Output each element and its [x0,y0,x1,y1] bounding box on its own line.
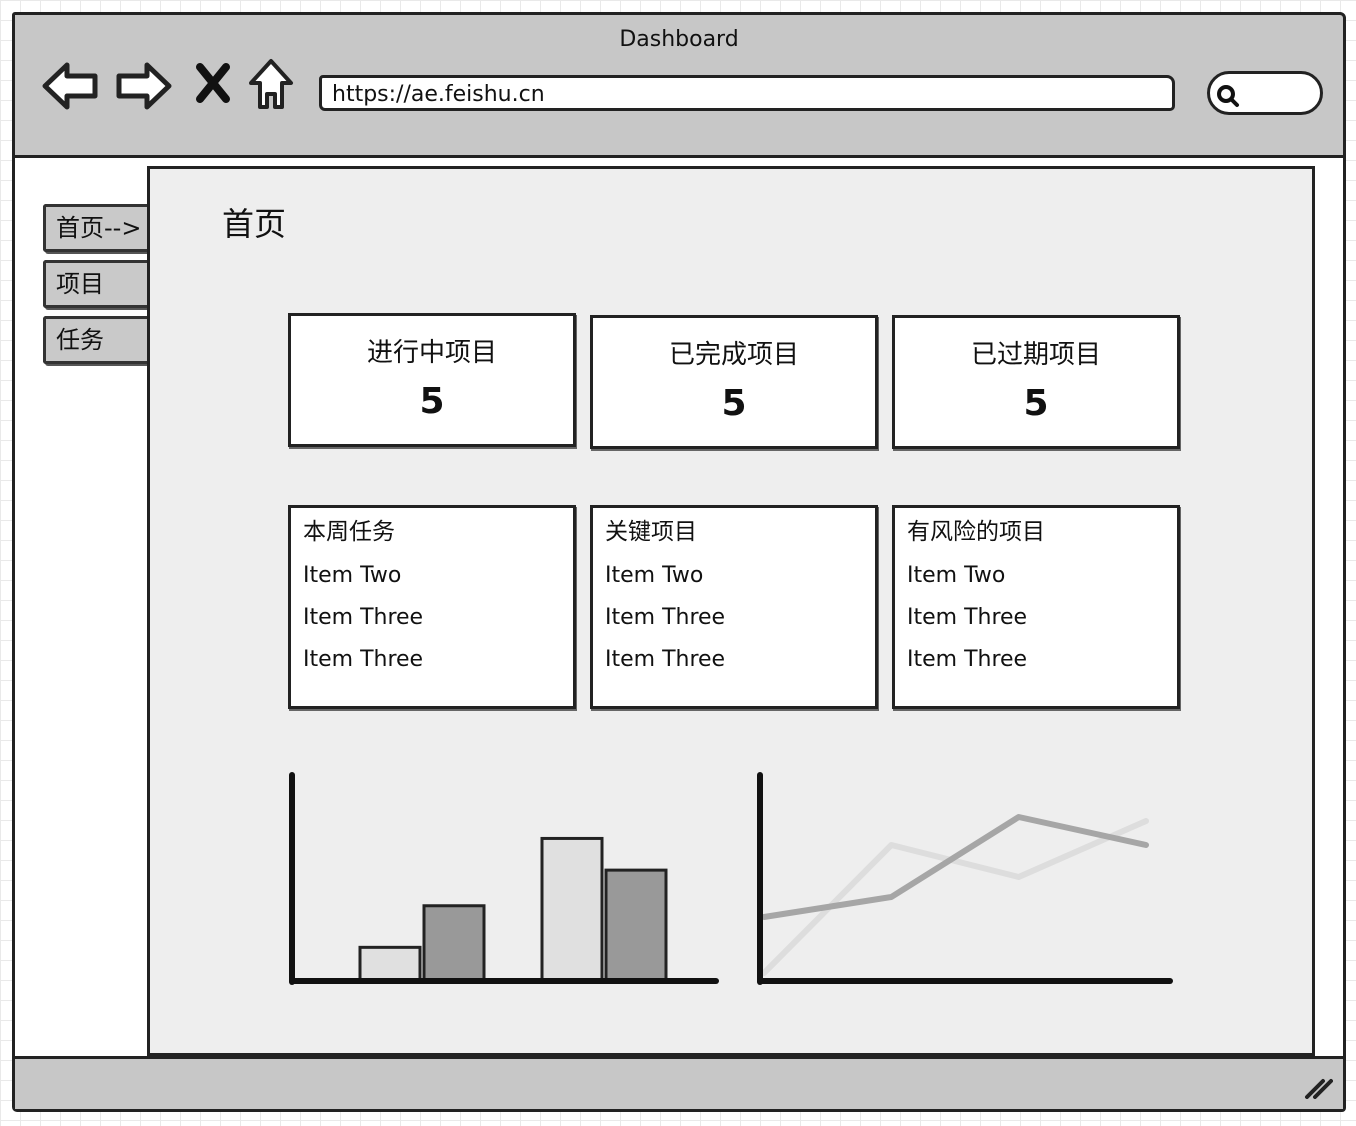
back-arrow-icon[interactable] [41,59,99,113]
list-item[interactable]: Item Two [907,556,1177,598]
series-line [761,814,1149,920]
sidebar-item-home[interactable]: 首页--> [43,204,151,252]
list-key-projects: 关键项目 Item Two Item Three Item Three [590,505,878,709]
list-item[interactable]: Item Three [907,640,1177,682]
main-panel: 首页 进行中项目 5 已完成项目 5 已过期项目 5 本周任务 Item Two… [147,166,1315,1056]
forward-arrow-icon[interactable] [115,59,173,113]
sidebar-item-projects[interactable]: 项目 [43,260,151,308]
list-title: 关键项目 [605,519,697,545]
list-item[interactable]: Item Two [605,556,875,598]
stat-card-completed[interactable]: 已完成项目 5 [590,315,878,449]
bar [604,868,668,983]
list-title: 有风险的项目 [907,519,1045,545]
stat-label: 已过期项目 [970,340,1101,370]
sidebar-item-tasks[interactable]: 任务 [43,316,151,364]
search-input[interactable] [1207,71,1323,115]
status-bar [15,1059,1343,1109]
search-icon [1217,85,1239,107]
close-x-icon[interactable] [195,63,231,103]
list-item[interactable]: Item Three [605,598,875,640]
series-line [761,818,1149,976]
stat-value: 5 [419,381,445,422]
stat-card-in-progress[interactable]: 进行中项目 5 [288,313,576,447]
url-input[interactable]: https://ae.feishu.cn [319,75,1175,111]
line-chart [757,772,1173,985]
page-title: 首页 [222,205,287,243]
bar [422,904,486,983]
stat-value: 5 [1023,383,1049,424]
stat-value: 5 [721,383,747,424]
stat-card-overdue[interactable]: 已过期项目 5 [892,315,1180,449]
list-risky-projects: 有风险的项目 Item Two Item Three Item Three [892,505,1180,709]
bar-chart [289,772,719,985]
list-item[interactable]: Item Three [907,598,1177,640]
stat-label: 已完成项目 [668,340,799,370]
resize-grip-icon[interactable] [1303,1073,1333,1099]
list-title: 本周任务 [303,519,395,545]
browser-window: Dashboard https://ae.feishu.cn 首页--> 项目 … [12,12,1346,1112]
bar [540,836,604,983]
stat-label: 进行中项目 [366,338,497,368]
window-title: Dashboard [619,27,739,52]
list-item[interactable]: Item Three [605,640,875,682]
home-icon[interactable] [247,57,295,113]
list-item[interactable]: Item Three [303,640,573,682]
bar [358,945,422,983]
content-area: 首页--> 项目 任务 首页 进行中项目 5 已完成项目 5 已过期项目 5 本… [15,155,1343,1059]
list-weekly-tasks: 本周任务 Item Two Item Three Item Three [288,505,576,709]
list-item[interactable]: Item Two [303,556,573,598]
list-item[interactable]: Item Three [303,598,573,640]
